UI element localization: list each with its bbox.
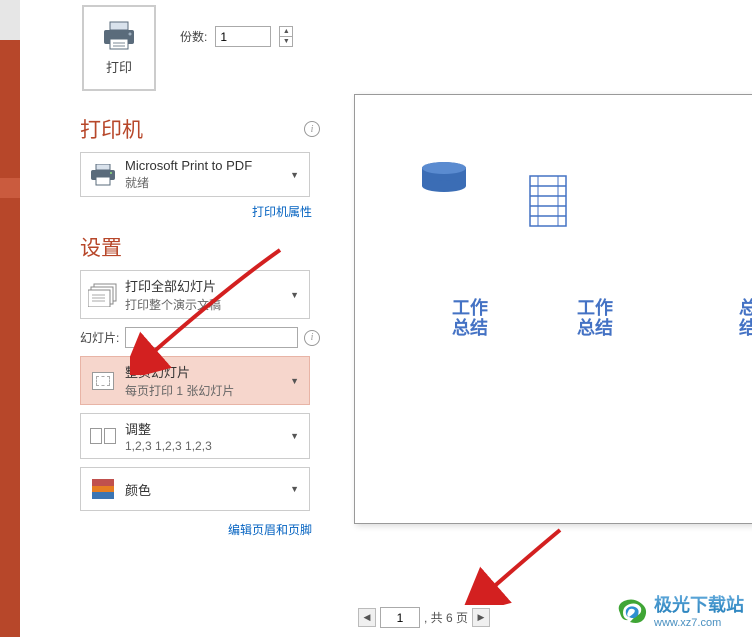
slide-text: 工作 bbox=[575, 299, 615, 319]
print-range-dropdown[interactable]: 打印全部幻灯片 打印整个演示文稿 ▼ bbox=[80, 270, 310, 319]
copies-label: 份数: bbox=[180, 28, 207, 45]
chevron-down-icon: ▼ bbox=[286, 290, 303, 300]
print-range-title: 打印全部幻灯片 bbox=[125, 276, 286, 295]
layout-dropdown[interactable]: 整页幻灯片 每页打印 1 张幻灯片 ▼ bbox=[80, 356, 310, 405]
settings-section-title: 设置 bbox=[80, 232, 122, 262]
chevron-down-icon: ▼ bbox=[286, 376, 303, 386]
printer-icon bbox=[101, 21, 137, 51]
slide-text: 结 bbox=[728, 319, 752, 339]
spinner-up-icon[interactable]: ▲ bbox=[280, 27, 292, 37]
printer-section: 打印机 i Microsoft Print to PDF 就绪 ▼ 打印机属性 bbox=[80, 100, 320, 221]
printer-name: Microsoft Print to PDF bbox=[125, 158, 286, 173]
slide-text: 工作 bbox=[450, 299, 490, 319]
annotation-arrow-icon bbox=[460, 525, 570, 605]
slide-text: 总结 bbox=[575, 319, 615, 339]
print-range-sub: 打印整个演示文稿 bbox=[125, 296, 286, 313]
watermark-name: 极光下载站 bbox=[654, 591, 744, 617]
slides-input[interactable] bbox=[125, 327, 298, 348]
next-page-button[interactable]: ▶ bbox=[472, 608, 490, 627]
copies-row: 份数: ▲ ▼ bbox=[180, 26, 293, 47]
print-settings-panel: 打印 份数: ▲ ▼ 打印机 i Microsoft Print to P bbox=[20, 0, 330, 637]
watermark-url: www.xz7.com bbox=[654, 617, 744, 629]
layout-sub: 每页打印 1 张幻灯片 bbox=[125, 382, 286, 399]
collate-title: 调整 bbox=[125, 419, 286, 438]
print-button-label: 打印 bbox=[106, 57, 132, 76]
watermark: 极光下载站 www.xz7.com bbox=[614, 591, 744, 629]
color-dropdown[interactable]: 颜色 ▼ bbox=[80, 467, 310, 511]
slide-text: 总 bbox=[728, 299, 752, 319]
shelf-shape-icon bbox=[528, 174, 568, 233]
pager: ◀ , 共 6 页 ▶ bbox=[358, 607, 490, 628]
collate-sub: 1,2,3 1,2,3 1,2,3 bbox=[125, 439, 286, 453]
printer-properties-link[interactable]: 打印机属性 bbox=[252, 205, 312, 219]
info-icon[interactable]: i bbox=[304, 330, 320, 346]
left-rail bbox=[0, 0, 20, 637]
prev-page-button[interactable]: ◀ bbox=[358, 608, 376, 627]
collate-icon bbox=[87, 420, 119, 452]
slide-text: 总结 bbox=[450, 319, 490, 339]
left-rail-mark bbox=[0, 178, 20, 198]
color-icon bbox=[87, 473, 119, 505]
slides-all-icon bbox=[87, 279, 119, 311]
slide-preview: 工作 总结 工作 总结 总 结 bbox=[354, 94, 752, 524]
full-page-icon bbox=[87, 365, 119, 397]
printer-dropdown[interactable]: Microsoft Print to PDF 就绪 ▼ bbox=[80, 152, 310, 197]
copies-input[interactable] bbox=[215, 26, 271, 47]
chevron-down-icon: ▼ bbox=[286, 431, 303, 441]
left-rail-top bbox=[0, 0, 20, 40]
print-button[interactable]: 打印 bbox=[82, 5, 156, 91]
info-icon[interactable]: i bbox=[304, 121, 320, 137]
color-title: 颜色 bbox=[125, 480, 286, 499]
header-footer-link-row: 编辑页眉和页脚 bbox=[80, 521, 312, 539]
printer-small-icon bbox=[87, 159, 119, 191]
chevron-down-icon: ▼ bbox=[286, 170, 303, 180]
spinner-down-icon[interactable]: ▼ bbox=[280, 37, 292, 46]
watermark-logo-icon bbox=[614, 595, 650, 625]
slides-row: 幻灯片: i bbox=[80, 327, 320, 348]
printer-status: 就绪 bbox=[125, 174, 286, 191]
collate-dropdown[interactable]: 调整 1,2,3 1,2,3 1,2,3 ▼ bbox=[80, 413, 310, 459]
settings-section: 设置 打印全部幻灯片 打印整个演示文稿 ▼ 幻灯片: bbox=[80, 218, 320, 539]
page-input[interactable] bbox=[380, 607, 420, 628]
layout-title: 整页幻灯片 bbox=[125, 362, 286, 381]
page-total: , 共 6 页 bbox=[424, 609, 468, 626]
chevron-down-icon: ▼ bbox=[286, 484, 303, 494]
cylinder-shape-icon bbox=[420, 161, 468, 198]
copies-spinner[interactable]: ▲ ▼ bbox=[279, 26, 293, 47]
slides-label: 幻灯片: bbox=[80, 329, 119, 346]
printer-section-title: 打印机 bbox=[80, 114, 143, 144]
header-footer-link[interactable]: 编辑页眉和页脚 bbox=[228, 523, 312, 537]
